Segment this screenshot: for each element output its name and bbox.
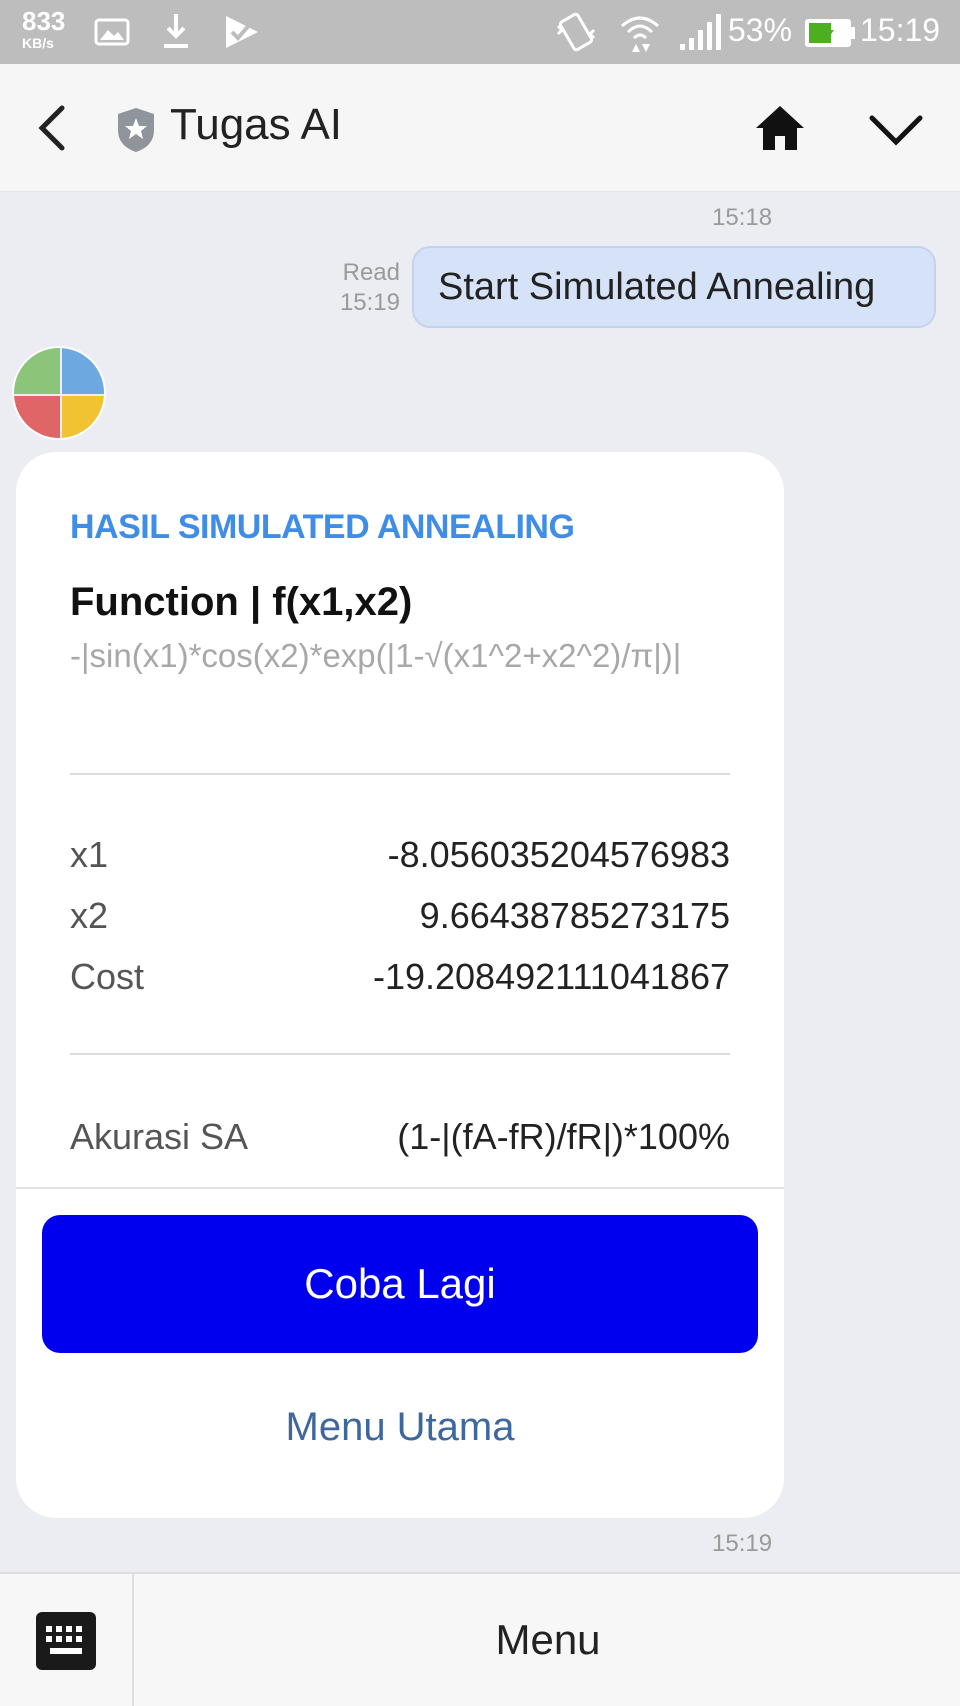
function-title: Function | f(x1,x2): [70, 580, 413, 624]
keyboard-icon: [36, 1612, 96, 1670]
menu-button[interactable]: Menu: [136, 1574, 960, 1706]
card-footer-divider: [16, 1187, 784, 1189]
result-label-x1: x1: [70, 834, 109, 875]
read-receipt: Read 15:19: [320, 258, 400, 318]
wifi-icon: [621, 16, 659, 52]
try-again-button[interactable]: Coba Lagi: [42, 1215, 758, 1353]
shield-star-icon: [118, 108, 154, 152]
gallery-icon: [94, 18, 130, 46]
function-expression: -|sin(x1)*cos(x2)*exp(|1-√(x1^2+x2^2)/π|…: [70, 637, 682, 674]
accuracy-label: Akurasi SA: [70, 1116, 249, 1157]
result-value-x1: -8.056035204576983: [387, 834, 730, 875]
chat-title: Tugas AI: [170, 100, 343, 149]
play-store-icon: [226, 16, 258, 48]
read-label: Read: [342, 259, 400, 286]
download-icon: [164, 14, 188, 48]
main-menu-button[interactable]: Menu Utama: [42, 1392, 758, 1462]
outgoing-message: Start Simulated Annealing: [412, 246, 936, 328]
result-label-cost: Cost: [70, 956, 145, 997]
status-time: 15:19: [860, 12, 941, 48]
back-arrow-icon[interactable]: [30, 102, 78, 154]
result-label-x2: x2: [70, 895, 109, 936]
bot-avatar: [12, 346, 106, 440]
network-speed: 833 KB/s: [22, 8, 65, 50]
chevron-down-icon[interactable]: [868, 110, 924, 150]
accuracy-formula: (1-|(fA-fR)/fR|)*100%: [397, 1116, 730, 1157]
chat-header: Tugas AI: [0, 64, 960, 192]
battery-charging-icon: [805, 19, 855, 47]
card-section-title: HASIL SIMULATED ANNEALING: [70, 508, 575, 546]
message-timestamp: 15:19: [712, 1530, 773, 1557]
result-value-cost: -19.208492111041867: [372, 956, 730, 997]
bottom-menu-bar: Menu: [0, 1572, 960, 1706]
result-value-x2: 9.66438785273175: [419, 895, 730, 936]
battery-percent: 53%: [728, 12, 793, 48]
vibrate-icon: [556, 12, 596, 52]
network-speed-value: 833: [22, 6, 66, 36]
message-timestamp: 15:18: [712, 204, 773, 231]
divider: [70, 773, 730, 775]
home-icon[interactable]: [752, 102, 808, 154]
status-bar: 833 KB/s 53% 15:19: [0, 0, 960, 64]
signal-icon: [680, 14, 721, 50]
keyboard-toggle-button[interactable]: [0, 1574, 134, 1706]
network-speed-unit: KB/s: [22, 35, 54, 51]
read-time: 15:19: [339, 289, 400, 316]
result-card: HASIL SIMULATED ANNEALING Function | f(x…: [16, 452, 784, 1518]
divider: [70, 1053, 730, 1055]
